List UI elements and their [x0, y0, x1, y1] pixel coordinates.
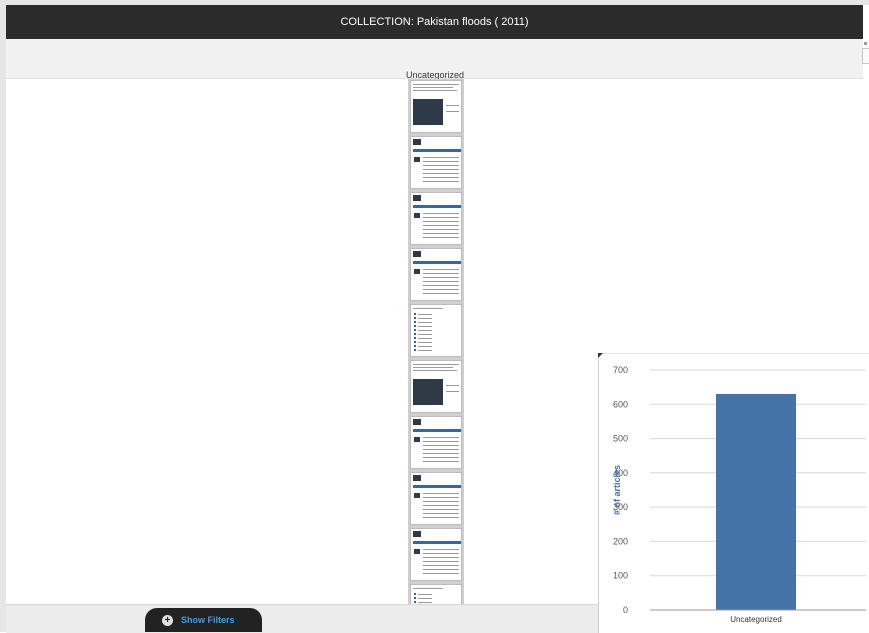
collection-title: COLLECTION: Pakistan floods ( 2011) [340, 16, 529, 28]
bar-uncategorized [716, 394, 796, 610]
y-tick-label: 200 [613, 536, 628, 546]
show-filters-button[interactable]: + Show Filters [145, 608, 262, 632]
article-thumbnail[interactable] [410, 136, 462, 189]
article-thumbnail[interactable] [410, 472, 462, 525]
plus-circle-icon: + [162, 614, 173, 626]
article-thumbnail[interactable] [410, 584, 462, 604]
article-thumbnail[interactable] [410, 416, 462, 469]
article-thumbnail[interactable] [410, 360, 462, 413]
article-thumbnail[interactable] [410, 80, 462, 133]
y-axis-label: # of articles [612, 465, 622, 515]
y-tick-label: 100 [613, 571, 628, 581]
article-thumbnail[interactable] [410, 248, 462, 301]
category-column-uncategorized[interactable] [408, 79, 464, 604]
article-thumbnail[interactable] [410, 528, 462, 581]
y-tick-label: 700 [613, 365, 628, 375]
corner-dot [864, 42, 867, 45]
article-thumbnail[interactable] [410, 304, 462, 357]
article-thumbnail[interactable] [410, 192, 462, 245]
y-tick-label: 500 [613, 434, 628, 444]
y-tick-label: 600 [613, 399, 628, 409]
collection-title-bar: COLLECTION: Pakistan floods ( 2011) [6, 5, 863, 39]
y-tick-label: 0 [623, 605, 628, 615]
article-count-chart: 0100200300400500600700Uncategorized# of … [612, 365, 866, 624]
expand-handle[interactable] [862, 48, 869, 64]
x-tick-label: Uncategorized [730, 615, 782, 624]
bottom-bar [6, 604, 601, 633]
show-filters-label: Show Filters [181, 615, 235, 625]
window-frame-left [0, 0, 6, 632]
